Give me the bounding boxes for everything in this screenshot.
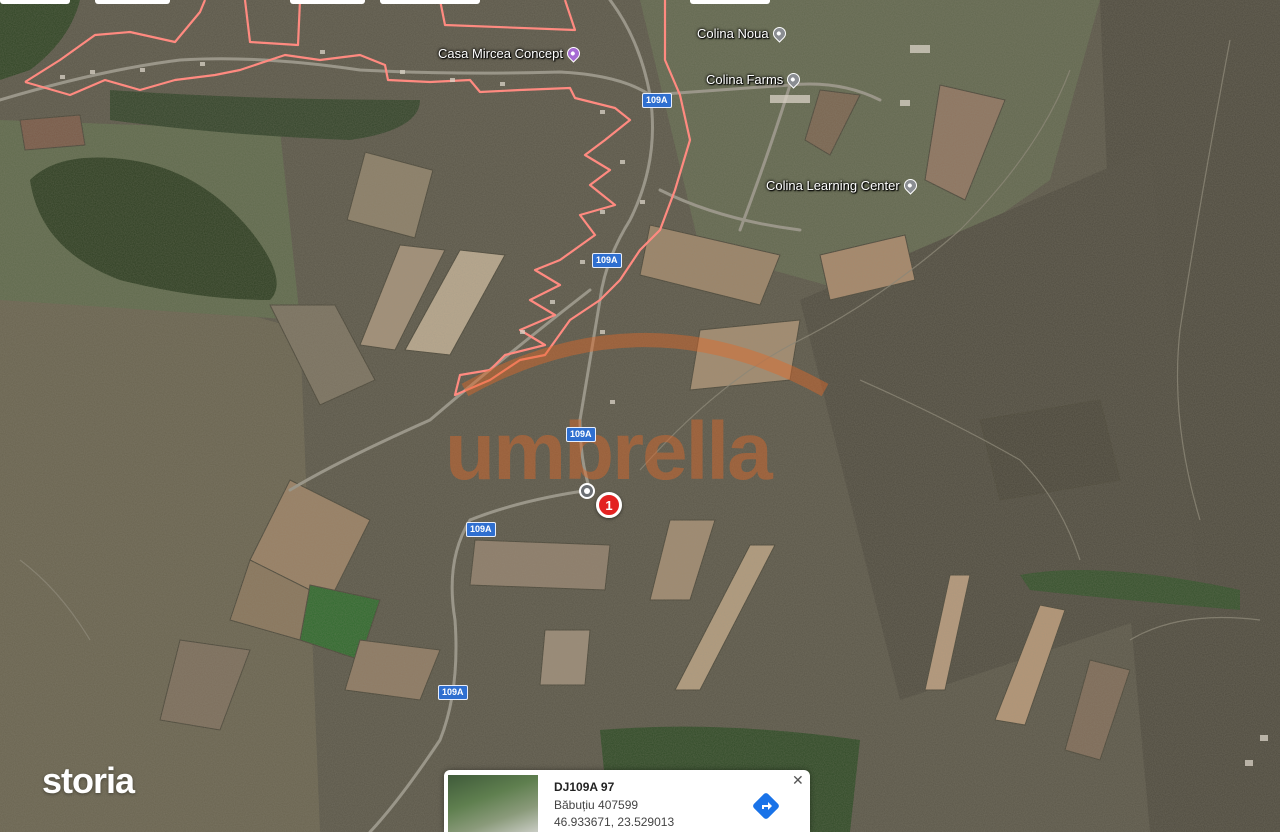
directions-icon[interactable] (752, 792, 780, 820)
top-edge-tab (690, 0, 770, 4)
street-view-thumbnail[interactable] (448, 775, 538, 832)
location-pin-icon (901, 176, 920, 195)
road-shield: 109A (566, 427, 596, 442)
listing-marker[interactable]: 1 (596, 492, 622, 518)
location-pin-icon[interactable] (579, 483, 595, 499)
top-edge-tab (380, 0, 480, 4)
poi-label: Colina Farms (706, 72, 784, 87)
poi-colina-learning-center[interactable]: Colina Learning Center (766, 176, 920, 195)
poi-colina-noua[interactable]: Colina Noua (697, 24, 789, 43)
brand-logo: storia (42, 760, 135, 801)
location-pin-icon (784, 70, 803, 89)
shopping-bag-icon (564, 44, 583, 63)
card-address: Băbuțiu 407599 (554, 798, 639, 812)
poi-label: Casa Mircea Concept (438, 46, 563, 61)
location-pin-icon (769, 24, 789, 43)
road-shield: 109A (642, 93, 672, 108)
card-coordinates: 46.933671, 23.529013 (554, 815, 675, 829)
poi-colina-farms[interactable]: Colina Farms (706, 70, 803, 89)
close-icon[interactable]: ✕ (792, 772, 804, 789)
watermark-text: umbrella (445, 406, 773, 497)
top-edge-tab (0, 0, 70, 4)
top-edge-tab (95, 0, 170, 4)
watermark-arc (461, 333, 829, 397)
poi-label: Colina Learning Center (766, 178, 900, 193)
card-title: DJ109A 97 (554, 780, 615, 794)
poi-label: Colina Noua (697, 26, 769, 41)
location-info-card[interactable]: DJ109A 97 Băbuțiu 407599 46.933671, 23.5… (444, 770, 810, 832)
poi-casa-mircea-concept[interactable]: Casa Mircea Concept (438, 44, 583, 63)
top-edge-tab (290, 0, 365, 4)
road-shield: 109A (466, 522, 496, 537)
road-shield: 109A (438, 685, 468, 700)
road-shield: 109A (592, 253, 622, 268)
